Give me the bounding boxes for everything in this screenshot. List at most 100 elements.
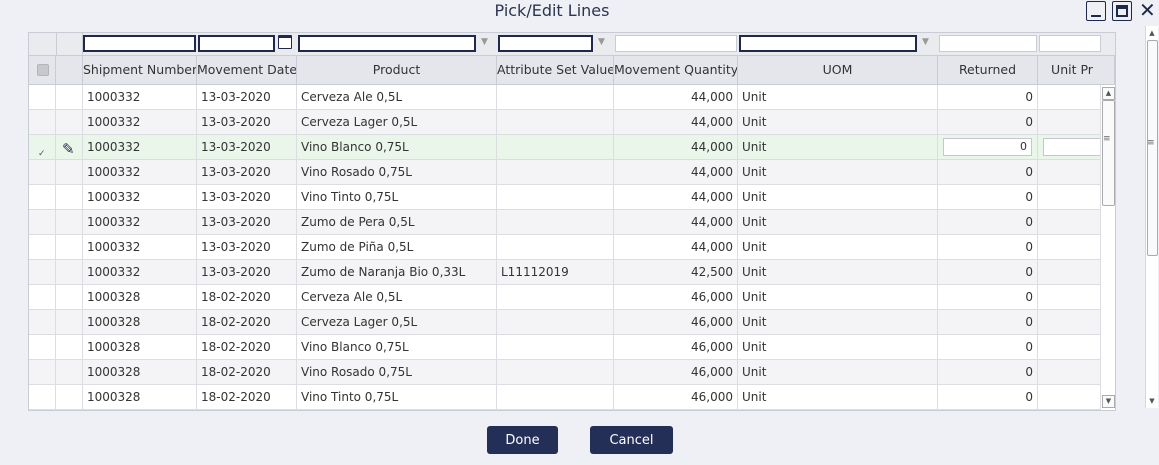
table-row[interactable]: 1000332 13-03-2020 Cerveza Ale 0,5L 44,000 U… xyxy=(29,85,1101,110)
header-unit-price[interactable]: Unit Pr xyxy=(1038,56,1115,84)
table-row[interactable]: 1000332 13-03-2020 Zumo de Piña 0,5L 44,000… xyxy=(29,235,1101,260)
product-cell: Vino Tinto 0,75L xyxy=(297,185,497,209)
scroll-thumb[interactable] xyxy=(1147,40,1158,256)
filter-separator xyxy=(56,33,57,55)
movement-date-cell: 18-02-2020 xyxy=(197,310,297,334)
close-icon[interactable]: ✕ xyxy=(1139,0,1156,20)
done-button[interactable]: Done xyxy=(487,426,558,454)
header-movement-quantity[interactable]: Movement Quantity xyxy=(614,56,738,84)
row-select-cell xyxy=(29,160,56,184)
product-cell: Cerveza Ale 0,5L xyxy=(297,85,497,109)
uom-cell: Unit xyxy=(738,310,938,334)
filter-row: ▼ ▼ ▼ xyxy=(29,33,1115,56)
row-select-cell xyxy=(29,285,56,309)
movement-quantity-cell: 46,000 xyxy=(614,335,738,359)
table-row[interactable]: 1000332 13-03-2020 Zumo de Pera 0,5L 44,000… xyxy=(29,210,1101,235)
attribute-set-value-cell xyxy=(497,335,614,359)
header-uom[interactable]: UOM xyxy=(738,56,938,84)
shipment-number-cell: 1000332 xyxy=(83,85,197,109)
movement-date-cell: 18-02-2020 xyxy=(197,385,297,409)
row-marker-cell xyxy=(56,110,83,134)
uom-cell: Unit xyxy=(738,235,938,259)
attribute-set-value-cell xyxy=(497,235,614,259)
unit-price-cell xyxy=(1038,110,1101,134)
row-marker-cell xyxy=(56,185,83,209)
returned-cell: 0 xyxy=(938,360,1038,384)
uom-cell: Unit xyxy=(738,135,938,159)
header-product[interactable]: Product xyxy=(297,56,497,84)
returned-cell: 0 xyxy=(938,135,1038,159)
maximize-icon[interactable] xyxy=(1112,1,1132,21)
row-marker-cell xyxy=(56,285,83,309)
header-returned[interactable]: Returned xyxy=(938,56,1038,84)
scroll-thumb[interactable] xyxy=(1102,100,1115,206)
uom-cell: Unit xyxy=(738,335,938,359)
returned-filter-input[interactable] xyxy=(939,35,1037,52)
unit-price-cell xyxy=(1038,235,1101,259)
chevron-down-icon[interactable]: ▼ xyxy=(598,37,605,47)
movement-quantity-cell: 46,000 xyxy=(614,385,738,409)
header-attribute-set-value[interactable]: Attribute Set Value xyxy=(497,56,614,84)
unit-price-cell xyxy=(1038,135,1101,159)
header-shipment-number[interactable]: Shipment Number xyxy=(83,56,197,84)
calendar-icon[interactable] xyxy=(278,35,292,49)
minimize-icon[interactable] xyxy=(1086,1,1106,21)
attribute-set-filter-input[interactable] xyxy=(498,35,593,52)
uom-cell: Unit xyxy=(738,110,938,134)
table-row[interactable]: 1000332 13-03-2020 Zumo de Naranja Bio 0,3… xyxy=(29,260,1101,285)
scroll-down-icon[interactable]: ▼ xyxy=(1102,395,1115,408)
unit-price-cell xyxy=(1038,335,1101,359)
table-row[interactable]: 1000328 18-02-2020 Vino Tinto 0,75L 46,000 U… xyxy=(29,385,1101,410)
unit-price-filter-input[interactable] xyxy=(1039,35,1101,52)
unit-price-edit-input[interactable] xyxy=(1043,138,1100,156)
scroll-down-icon[interactable]: ▼ xyxy=(1146,396,1158,406)
product-filter-input[interactable] xyxy=(298,35,476,52)
chevron-down-icon[interactable]: ▼ xyxy=(922,37,929,47)
movement-date-cell: 18-02-2020 xyxy=(197,285,297,309)
window-title: Pick/Edit Lines xyxy=(494,1,610,20)
shipment-number-cell: 1000332 xyxy=(83,260,197,284)
scroll-up-icon[interactable]: ▲ xyxy=(1146,28,1158,38)
attribute-set-value-cell xyxy=(497,110,614,134)
returned-cell: 0 xyxy=(938,385,1038,409)
uom-cell: Unit xyxy=(738,85,938,109)
returned-cell: 0 xyxy=(938,160,1038,184)
table-row[interactable]: 1000328 18-02-2020 Vino Blanco 0,75L 46,000… xyxy=(29,335,1101,360)
table-row[interactable]: 1000332 13-03-2020 Vino Tinto 0,75L 44,000 U… xyxy=(29,185,1101,210)
table-row[interactable]: 1000332 13-03-2020 Cerveza Lager 0,5L 44,00… xyxy=(29,110,1101,135)
returned-cell: 0 xyxy=(938,210,1038,234)
attribute-set-value-cell xyxy=(497,135,614,159)
shipment-number-cell: 1000328 xyxy=(83,385,197,409)
row-select-cell xyxy=(29,260,56,284)
chevron-down-icon[interactable]: ▼ xyxy=(481,37,488,47)
check-icon[interactable]: ✓ xyxy=(38,142,46,159)
table-row[interactable]: 1000328 18-02-2020 Vino Rosado 0,75L 46,000… xyxy=(29,360,1101,385)
table-row[interactable]: 1000328 18-02-2020 Cerveza Lager 0,5L 46,00… xyxy=(29,310,1101,335)
returned-cell: 0 xyxy=(938,310,1038,334)
cancel-button[interactable]: Cancel xyxy=(590,426,673,454)
dialog-vertical-scrollbar[interactable]: ▲ ≡ ▼ xyxy=(1145,26,1158,408)
unit-price-cell xyxy=(1038,310,1101,334)
scroll-up-icon[interactable]: ▲ xyxy=(1102,87,1115,100)
table-row[interactable]: ✓ ✎ 1000332 13-03-2020 Vino Blanco 0,75L 44,0… xyxy=(29,135,1101,160)
select-all-header[interactable] xyxy=(29,56,56,84)
movement-date-filter-input[interactable] xyxy=(198,35,275,52)
row-marker-cell xyxy=(56,360,83,384)
quantity-filter-input[interactable] xyxy=(615,35,737,52)
row-marker-cell xyxy=(56,85,83,109)
returned-cell: 0 xyxy=(938,285,1038,309)
table-row[interactable]: 1000328 18-02-2020 Cerveza Ale 0,5L 46,000 U… xyxy=(29,285,1101,310)
uom-filter-input[interactable] xyxy=(739,35,917,52)
header-movement-date[interactable]: Movement Date xyxy=(197,56,297,84)
shipment-filter-input[interactable] xyxy=(83,35,196,52)
uom-cell: Unit xyxy=(738,285,938,309)
table-row[interactable]: 1000332 13-03-2020 Vino Rosado 0,75L 44,000… xyxy=(29,160,1101,185)
row-select-cell xyxy=(29,185,56,209)
returned-edit-input[interactable]: 0 xyxy=(943,138,1032,156)
row-marker-cell xyxy=(56,385,83,409)
row-select-cell xyxy=(29,210,56,234)
attribute-set-value-cell xyxy=(497,85,614,109)
grid-vertical-scrollbar[interactable]: ▲ ≡ ▼ xyxy=(1100,86,1115,409)
movement-date-cell: 13-03-2020 xyxy=(197,235,297,259)
select-all-checkbox[interactable] xyxy=(37,64,49,76)
